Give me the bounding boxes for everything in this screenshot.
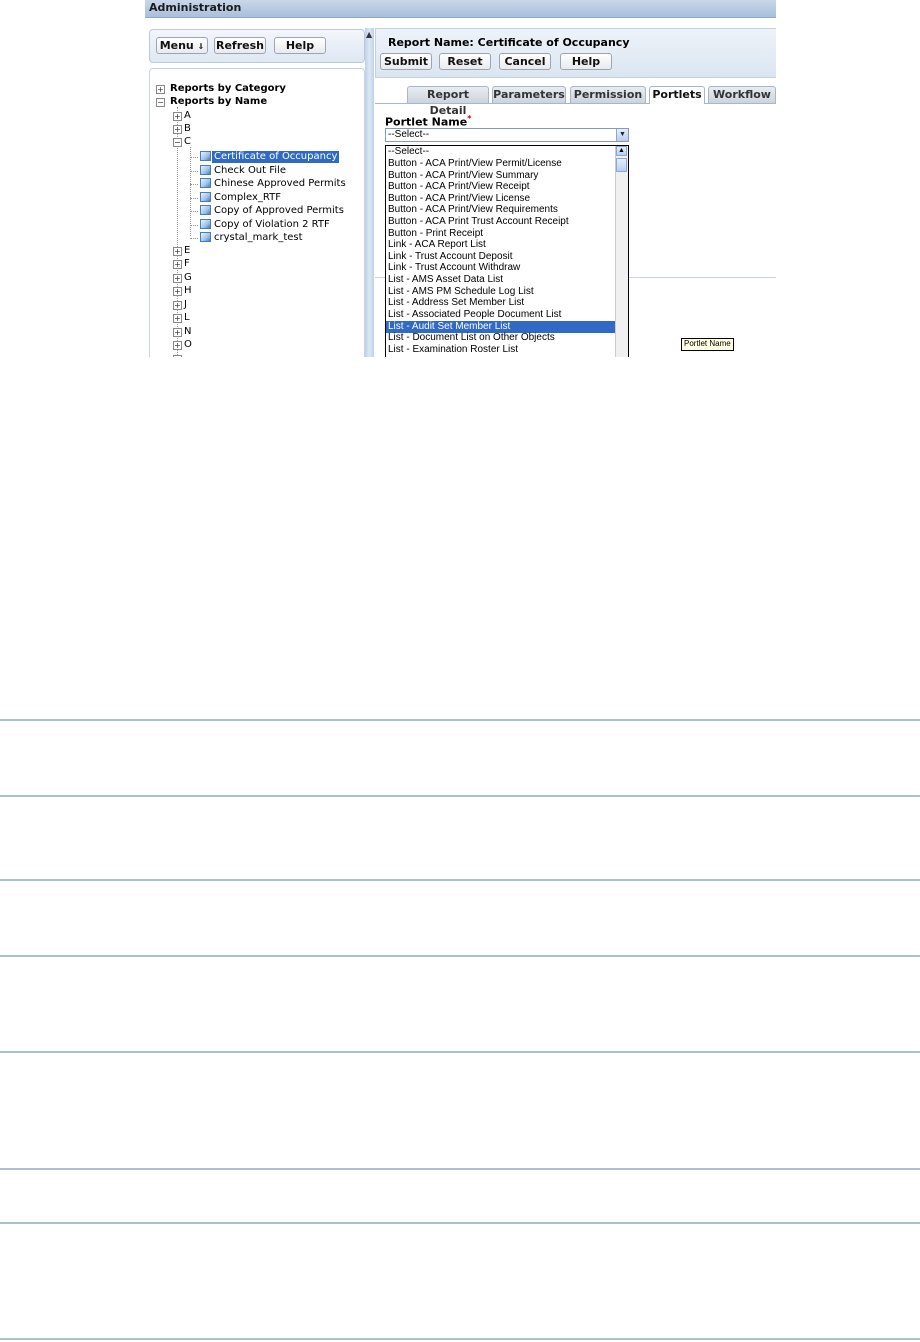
dropdown-option[interactable]: Button - ACA Print/View Requirements — [386, 204, 615, 216]
dropdown-option[interactable]: Button - ACA Print/View Receipt — [386, 181, 615, 193]
divider-line — [0, 1338, 920, 1340]
tree-report-item[interactable]: Check Out File — [214, 165, 286, 177]
divider-line — [0, 955, 920, 957]
report-name-title: Report Name: Certificate of Occupancy — [388, 36, 630, 49]
divider-line — [0, 1168, 920, 1170]
tree-node-by-name[interactable]: Reports by Name — [170, 96, 267, 108]
tab-workflow[interactable]: Workflow — [708, 86, 776, 103]
scroll-up-icon[interactable]: ▲ — [616, 146, 627, 156]
expand-icon[interactable]: + — [173, 274, 182, 283]
screenshot-region: Administration Menu ⇓ Refresh Help + Rep… — [145, 0, 776, 357]
expand-icon[interactable]: + — [173, 260, 182, 269]
window-titlebar: Administration — [145, 0, 776, 18]
dropdown-scrollbar[interactable]: ▲ — [615, 146, 628, 357]
collapse-icon[interactable]: − — [173, 138, 182, 147]
tree-letter-l[interactable]: L — [184, 312, 190, 324]
portlet-name-tooltip: Portlet Name — [681, 338, 734, 351]
expand-icon[interactable]: + — [173, 247, 182, 256]
divider-line — [0, 795, 920, 797]
dropdown-option[interactable]: List - Examination Roster List — [386, 344, 615, 356]
tab-report-detail[interactable]: Report Detail — [407, 86, 489, 117]
dropdown-option[interactable]: Button - ACA Print Trust Account Receipt — [386, 216, 615, 228]
tab-permission[interactable]: Permission — [570, 86, 646, 103]
tree-letter-f[interactable]: F — [184, 258, 190, 270]
expand-icon[interactable]: + — [173, 112, 182, 121]
left-toolbar: Menu ⇓ Refresh Help — [149, 29, 365, 63]
tree-node-by-category[interactable]: Reports by Category — [170, 83, 286, 95]
collapse-pane-arrow-icon[interactable]: ▲ — [366, 30, 372, 39]
portlet-name-select[interactable]: --Select-- ▼ — [385, 128, 629, 142]
expand-icon[interactable]: + — [173, 328, 182, 337]
left-help-button[interactable]: Help — [274, 37, 326, 54]
report-help-button[interactable]: Help — [560, 53, 612, 70]
tree-report-item[interactable]: Copy of Violation 2 RTF — [214, 219, 330, 231]
report-tabs: Report Detail Parameters Permission Port… — [375, 86, 776, 117]
divider-line — [0, 879, 920, 881]
expand-icon[interactable]: + — [173, 314, 182, 323]
required-mark: * — [467, 114, 472, 123]
scroll-thumb[interactable] — [616, 158, 627, 172]
report-file-icon — [200, 192, 211, 202]
divider-line — [0, 1222, 920, 1224]
dropdown-option[interactable]: List - AMS Asset Data List — [386, 274, 615, 286]
expand-icon[interactable]: + — [173, 301, 182, 310]
tree-report-item[interactable]: Complex_RTF — [214, 192, 281, 204]
window-title: Administration — [149, 1, 242, 14]
pane-splitter[interactable]: ▲ — [365, 28, 374, 357]
portlet-name-label-text: Portlet Name — [385, 115, 468, 129]
dropdown-option[interactable]: Link - ACA Report List — [386, 239, 615, 251]
dropdown-option[interactable]: --Select-- — [386, 146, 615, 158]
tree-letter-g[interactable]: G — [184, 272, 192, 284]
report-file-icon — [200, 205, 211, 215]
expand-icon[interactable]: + — [173, 287, 182, 296]
expand-icon[interactable]: + — [173, 341, 182, 350]
reset-button[interactable]: Reset — [439, 53, 491, 70]
dropdown-option[interactable]: List - Address Set Member List — [386, 297, 615, 309]
dropdown-option[interactable]: Link - Trust Account Withdraw — [386, 262, 615, 274]
cancel-button[interactable]: Cancel — [499, 53, 551, 70]
report-file-icon — [200, 178, 211, 188]
report-file-icon — [200, 232, 211, 242]
tree-report-item[interactable]: crystal_mark_test — [214, 232, 303, 244]
portlet-dropdown-list: --Select-- Button - ACA Print/View Permi… — [385, 145, 629, 357]
report-tree-pane: + Reports by Category − Reports by Name … — [149, 68, 365, 357]
tab-parameters[interactable]: Parameters — [492, 86, 566, 103]
dropdown-option[interactable]: List - Document List on Other Objects — [386, 332, 615, 344]
tree-letter-h[interactable]: H — [184, 285, 192, 297]
portlet-select-value: --Select-- — [388, 129, 430, 140]
report-file-icon — [200, 151, 211, 161]
tree-letter-a[interactable]: A — [184, 110, 191, 122]
divider-line — [0, 1051, 920, 1053]
tree-letter-e[interactable]: E — [184, 245, 190, 257]
report-file-icon — [200, 219, 211, 229]
refresh-button[interactable]: Refresh — [214, 37, 266, 54]
expand-icon[interactable]: + — [156, 85, 165, 94]
expand-icon[interactable]: + — [173, 355, 182, 357]
tab-portlets[interactable]: Portlets — [649, 86, 705, 104]
tree-report-item[interactable]: Copy of Approved Permits — [214, 205, 344, 217]
tree-report-item[interactable]: Chinese Approved Permits — [214, 178, 346, 190]
tree-letter-j[interactable]: J — [184, 299, 187, 311]
collapse-icon[interactable]: − — [156, 98, 165, 107]
menu-button-label: Menu — [159, 39, 194, 52]
report-header: Report Name: Certificate of Occupancy Su… — [375, 28, 776, 78]
divider-line — [0, 719, 920, 721]
report-file-icon — [200, 165, 211, 175]
tree-letter-n[interactable]: N — [184, 326, 191, 338]
tree-letter-b[interactable]: B — [184, 123, 191, 135]
double-chevron-down-icon: ⇓ — [197, 42, 205, 51]
chevron-down-icon[interactable]: ▼ — [616, 129, 628, 141]
dropdown-option[interactable]: List - Associated People Document List — [386, 309, 615, 321]
submit-button[interactable]: Submit — [380, 53, 432, 70]
tree-report-item[interactable]: Certificate of Occupancy — [212, 151, 340, 163]
menu-button[interactable]: Menu ⇓ — [156, 37, 208, 54]
expand-icon[interactable]: + — [173, 125, 182, 134]
dropdown-option[interactable]: Button - ACA Print/View Permit/License — [386, 158, 615, 170]
portlet-name-label: Portlet Name* — [385, 114, 471, 129]
tree-letter-o[interactable]: O — [184, 339, 192, 351]
